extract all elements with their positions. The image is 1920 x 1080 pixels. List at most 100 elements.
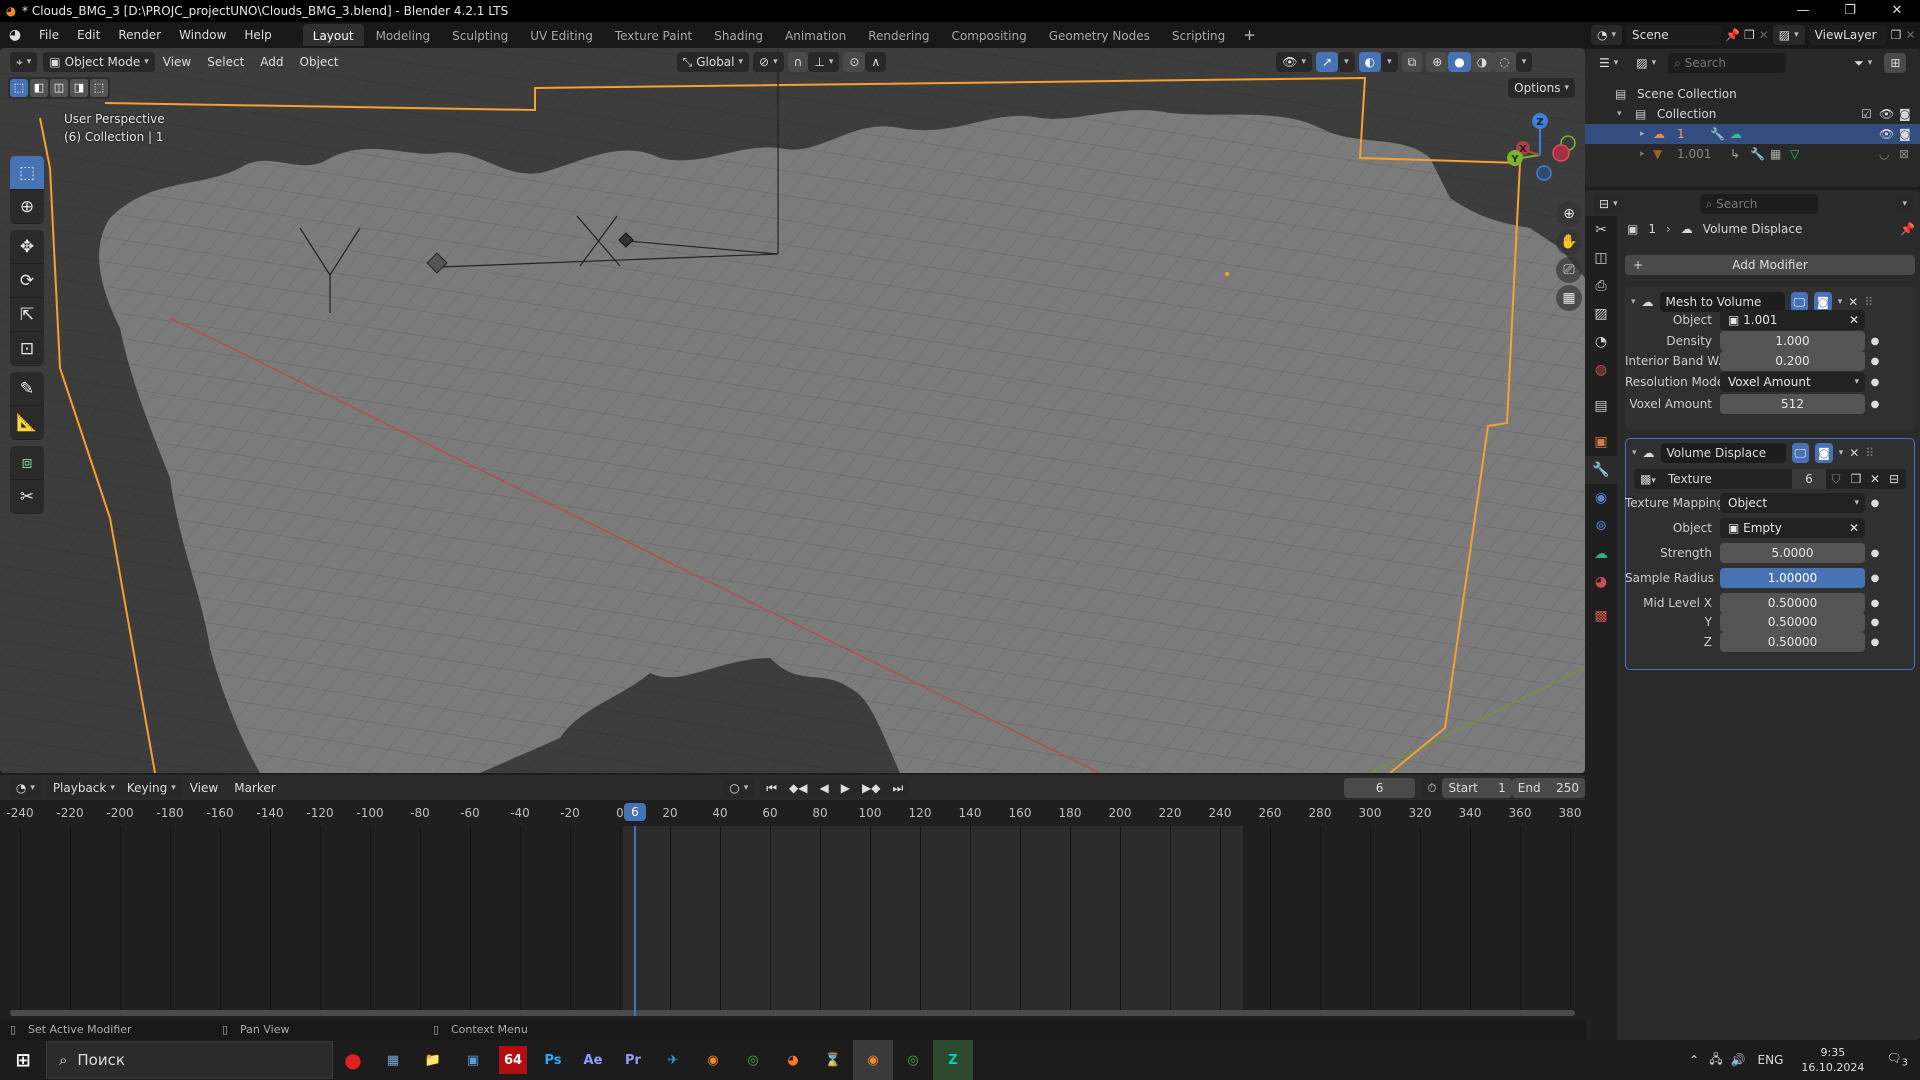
gizmo-toggle[interactable]: ↗: [1316, 52, 1339, 72]
new-viewlayer-icon[interactable]: ❐: [1891, 28, 1902, 42]
menu-file[interactable]: File: [30, 28, 68, 42]
overlay-toggle[interactable]: ◐: [1358, 52, 1382, 72]
render-camera-icon[interactable]: ◙: [1899, 124, 1911, 144]
axis-gizmo[interactable]: Z X Y: [1505, 103, 1585, 193]
taskbar-app-chrome-2[interactable]: ◎: [893, 1040, 933, 1080]
tab-rendering[interactable]: Rendering: [858, 24, 939, 46]
taskbar-app-blender-active[interactable]: ◉: [853, 1040, 893, 1080]
collapse-chevron-icon[interactable]: ▾: [1632, 448, 1637, 458]
viewport-scene[interactable]: [0, 48, 1585, 773]
remove-modifier-icon[interactable]: ✕: [1849, 446, 1859, 460]
transform-tool[interactable]: ⊡: [10, 332, 44, 366]
select-intersect-icon[interactable]: ⬚: [90, 79, 108, 97]
tray-overflow-icon[interactable]: ⌃: [1683, 1053, 1705, 1067]
pin-icon[interactable]: 📌: [1725, 28, 1740, 42]
show-render-toggle[interactable]: ◙: [1814, 292, 1832, 312]
taskbar-app-control[interactable]: ▣: [453, 1040, 493, 1080]
start-button[interactable]: ⊞: [0, 1040, 46, 1080]
collapse-chevron-icon[interactable]: ▾: [1617, 104, 1622, 124]
shading-wireframe[interactable]: ⊕: [1426, 52, 1449, 72]
select-extend-icon[interactable]: ◧: [30, 79, 48, 97]
tab-view-layer[interactable]: ▨: [1585, 300, 1617, 328]
mid-level-x-input[interactable]: 0.50000: [1720, 593, 1865, 613]
taskbar-app-explorer[interactable]: 📁: [413, 1040, 453, 1080]
notification-center-icon[interactable]: 🗨3: [1874, 1051, 1920, 1068]
outliner-search-input[interactable]: ⌕ Search: [1668, 53, 1787, 73]
menu-view[interactable]: View: [155, 55, 199, 69]
tab-texture-paint[interactable]: Texture Paint: [605, 24, 702, 46]
new-scene-icon[interactable]: ❐: [1744, 28, 1755, 42]
camera-view-button[interactable]: ⎚: [1556, 257, 1582, 283]
tab-scene[interactable]: ◔: [1585, 328, 1617, 356]
snap-target-dropdown[interactable]: ⊥ ▾: [808, 52, 840, 72]
keying-dropdown[interactable]: Keying ▾: [120, 777, 182, 798]
unlink-icon[interactable]: ✕: [1866, 472, 1884, 486]
close-button[interactable]: ✕: [1874, 0, 1920, 22]
tray-clock[interactable]: 9:35 16.10.2024: [1791, 1045, 1874, 1075]
neg-z-axis-handle[interactable]: [1536, 165, 1552, 181]
timeline-scrollbar[interactable]: [10, 1010, 1575, 1016]
taskbar-app-blender[interactable]: ◉: [693, 1040, 733, 1080]
taskbar-app-calculator[interactable]: ▦: [373, 1040, 413, 1080]
select-invert-icon[interactable]: ◨: [70, 79, 88, 97]
menu-window[interactable]: Window: [170, 28, 235, 42]
tab-data[interactable]: ☁: [1585, 540, 1617, 568]
menu-edit[interactable]: Edit: [68, 28, 109, 42]
neg-x-axis-handle[interactable]: [1552, 144, 1570, 162]
add-cube-tool[interactable]: ⧈: [10, 446, 44, 480]
keyframe-dot[interactable]: ●: [1865, 498, 1885, 509]
tab-texture[interactable]: ▩: [1585, 602, 1617, 630]
mid-level-y-input[interactable]: 0.50000: [1720, 612, 1865, 632]
tab-geometry-nodes[interactable]: Geometry Nodes: [1039, 24, 1160, 46]
jump-start-button[interactable]: ⏮: [760, 777, 784, 798]
menu-add[interactable]: Add: [252, 55, 291, 69]
tab-collection[interactable]: ▤: [1585, 392, 1617, 420]
menu-help[interactable]: Help: [235, 28, 280, 42]
tab-sculpting[interactable]: Sculpting: [442, 24, 518, 46]
clear-icon[interactable]: ✕: [1849, 518, 1859, 538]
taskbar-app-aida64[interactable]: 64: [499, 1046, 527, 1074]
tab-world[interactable]: ◍: [1585, 356, 1617, 384]
shading-rendered[interactable]: ◌: [1493, 52, 1516, 72]
timeline-ruler[interactable]: -240 -220 -200 -180 -160 -140 -120 -100 -80 -60 -4…: [0, 800, 1585, 826]
tab-tool[interactable]: ✂: [1585, 216, 1617, 244]
play-button[interactable]: ▶: [834, 777, 856, 798]
menu-select[interactable]: Select: [199, 55, 252, 69]
keyframe-dot[interactable]: ●: [1865, 399, 1885, 410]
tab-modifiers[interactable]: 🔧: [1585, 456, 1617, 484]
modifier-menu-dropdown[interactable]: ▾: [1839, 448, 1844, 458]
outliner-row-collection[interactable]: ▾ ▤ Collection ☑ 👁 ◙: [1585, 104, 1920, 124]
tab-animation[interactable]: Animation: [775, 24, 856, 46]
playback-dropdown[interactable]: Playback ▾: [46, 777, 121, 798]
outliner-filter-type[interactable]: ▨ ▾: [1630, 53, 1663, 73]
collapse-chevron-icon[interactable]: ▾: [1631, 297, 1636, 307]
clear-icon[interactable]: ✕: [1849, 310, 1859, 330]
3d-viewport[interactable]: ⌖ ▾ ▣ Object Mode ▾ View Select Add Object …: [0, 48, 1585, 773]
keyframe-dot[interactable]: ●: [1865, 617, 1885, 628]
drag-handle-icon[interactable]: ⠿: [1865, 446, 1874, 460]
drag-handle-icon[interactable]: ⠿: [1864, 295, 1873, 309]
taskbar-app-telegram[interactable]: ✈: [653, 1040, 693, 1080]
jump-end-button[interactable]: ⏭: [886, 777, 910, 798]
playhead-line[interactable]: [634, 826, 636, 1016]
show-viewport-toggle[interactable]: 🖵: [1791, 443, 1810, 463]
move-tool[interactable]: ✥: [10, 230, 44, 264]
keyframe-dot[interactable]: ●: [1865, 573, 1885, 584]
outliner-display-mode[interactable]: ☰ ▾: [1593, 53, 1625, 73]
voxel-amount-input[interactable]: 512: [1720, 394, 1865, 414]
xray-toggle[interactable]: ⧉: [1401, 52, 1423, 72]
options-dropdown[interactable]: Options ▾: [1508, 78, 1575, 98]
select-new-icon[interactable]: ⬚: [10, 79, 28, 97]
add-modifier-button[interactable]: + Add Modifier: [1625, 255, 1915, 275]
timeline-editor-type[interactable]: ◔ ▾: [9, 777, 41, 798]
outliner-row-scene-collection[interactable]: ▤ Scene Collection: [1585, 84, 1920, 104]
keyframe-dot[interactable]: ●: [1865, 336, 1885, 347]
next-keyframe-button[interactable]: ▶◆: [855, 777, 887, 798]
interior-band-input[interactable]: 0.200: [1720, 351, 1865, 371]
taskbar-search[interactable]: ⌕ Поиск: [46, 1041, 333, 1079]
new-collection-button[interactable]: ⊞: [1884, 53, 1907, 73]
tray-volume-icon[interactable]: 🔊: [1727, 1053, 1750, 1067]
taskbar-app-firefox[interactable]: ◕: [773, 1040, 813, 1080]
keyframe-dot[interactable]: ●: [1865, 377, 1885, 388]
menu-object[interactable]: Object: [292, 55, 347, 69]
